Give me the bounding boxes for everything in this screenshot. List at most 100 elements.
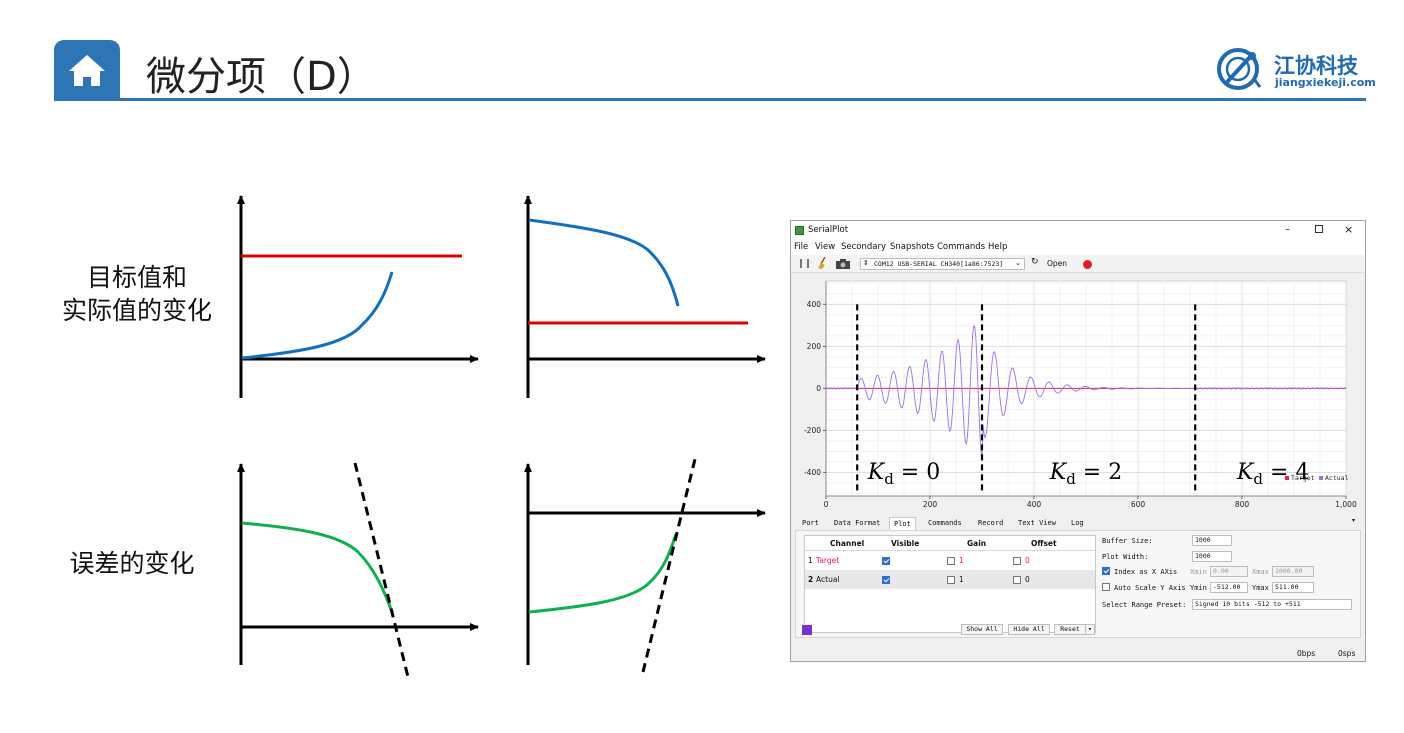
ymin-label: Ymin	[1190, 584, 1207, 592]
plot-area: 400 200 0 -200 -400 0 200 400 600 800 1,000 Kd = 0 K…	[791, 273, 1365, 518]
plot-settings-panel: Channel Visible Gain Offset 1 Target 1 0…	[795, 530, 1361, 638]
gain-value[interactable]: 1	[959, 575, 964, 584]
legend-actual: Actual	[1325, 474, 1349, 482]
range-preset-select[interactable]: Signed 10 bits -512 to +511	[1192, 599, 1352, 610]
col-channel: Channel	[830, 539, 865, 548]
window-title: SerialPlot	[808, 225, 849, 235]
settings-tabs: Port Data Format Plot Commands Record Te…	[791, 517, 1365, 530]
toolbar: ⇕ COM12 USB-SERIAL CH340[1a86:7523] ⌄ ↻ …	[791, 255, 1365, 273]
xmin-label: Xmin	[1190, 568, 1207, 576]
gain-checkbox[interactable]	[947, 557, 955, 565]
channel-table: Channel Visible Gain Offset 1 Target 1 0…	[804, 535, 1096, 633]
x-tick-label: 200	[923, 500, 938, 509]
y-tick-label: 400	[807, 300, 822, 309]
usb-icon: ⇕	[863, 259, 869, 267]
menu-secondary[interactable]: Secondary	[841, 242, 886, 252]
x-tick-label: 0	[824, 500, 829, 509]
legend-target: Target	[1291, 474, 1315, 482]
window-titlebar: SerialPlot – ×	[791, 221, 1365, 241]
menu-commands[interactable]: Commands	[937, 242, 985, 252]
tab-data-format[interactable]: Data Format	[830, 517, 884, 530]
col-gain: Gain	[967, 539, 987, 548]
tab-text-view[interactable]: Text View	[1014, 517, 1060, 530]
gain-checkbox[interactable]	[947, 576, 955, 584]
tangent-line	[641, 458, 697, 673]
tab-plot[interactable]: Plot	[889, 517, 916, 530]
kd-annotation: Kd = 2	[1049, 460, 1122, 488]
gain-value[interactable]: 1	[959, 556, 964, 565]
row-index: 1	[808, 556, 813, 565]
auto-scale-y-checkbox[interactable]	[1102, 583, 1110, 591]
index-as-x-checkbox[interactable]	[1102, 567, 1110, 575]
buffer-size-label: Buffer Size:	[1102, 537, 1153, 545]
x-tick-label: 800	[1235, 500, 1250, 509]
y-tick-label: 200	[807, 342, 822, 351]
reset-menu-chevron-icon[interactable]: ▾	[1085, 624, 1095, 635]
visible-checkbox[interactable]	[882, 557, 890, 565]
close-icon[interactable]: ×	[1344, 223, 1353, 236]
sketch-error-decreasing	[237, 462, 479, 678]
row-index: 2	[808, 575, 814, 584]
port-select[interactable]: ⇕ COM12 USB-SERIAL CH340[1a86:7523] ⌄	[860, 258, 1025, 270]
clear-broom-icon[interactable]	[817, 256, 828, 269]
plot-width-input[interactable]: 1000	[1192, 551, 1232, 562]
bps-readout: 0bps	[1297, 649, 1316, 658]
plot-chart[interactable]: 400 200 0 -200 -400 0 200 400 600 800 1,000 Kd = 0 K…	[791, 273, 1365, 518]
x-tick-label: 600	[1131, 500, 1146, 509]
offset-value[interactable]: 0	[1025, 556, 1030, 565]
menu-file[interactable]: File	[794, 242, 808, 252]
maximize-icon[interactable]	[1315, 225, 1323, 233]
offset-value[interactable]: 0	[1025, 575, 1030, 584]
tab-record[interactable]: Record	[974, 517, 1007, 530]
tab-commands[interactable]: Commands	[924, 517, 966, 530]
index-as-x-label: Index as X AXis	[1114, 568, 1178, 576]
xmin-input[interactable]: 0.00	[1210, 566, 1248, 577]
actual-curve	[241, 271, 394, 360]
table-row[interactable]: 2 Actual 1 0	[805, 570, 1095, 589]
plot-width-label: Plot Width:	[1102, 553, 1149, 561]
y-tick-label: 0	[816, 384, 821, 393]
tabs-menu-icon[interactable]: ▾	[1352, 517, 1355, 524]
channel-name[interactable]: Actual	[816, 575, 840, 584]
sps-readout: 0sps	[1338, 649, 1356, 658]
hide-all-button[interactable]: Hide All	[1008, 624, 1050, 635]
menu-snapshots[interactable]: Snapshots	[890, 242, 934, 252]
menu-help[interactable]: Help	[988, 242, 1007, 252]
chevron-down-icon: ⌄	[1015, 259, 1021, 267]
port-value: COM12 USB-SERIAL CH340[1a86:7523]	[874, 260, 1004, 268]
offset-checkbox[interactable]	[1013, 576, 1021, 584]
ymin-input[interactable]: -512.00	[1210, 582, 1248, 593]
refresh-icon[interactable]: ↻	[1031, 257, 1039, 267]
tab-log[interactable]: Log	[1067, 517, 1088, 530]
reset-button[interactable]: Reset	[1054, 624, 1086, 635]
sketch-error-increasing	[524, 458, 766, 673]
channel-name[interactable]: Target	[816, 556, 839, 565]
auto-scale-y-label: Auto Scale Y Axis	[1114, 584, 1186, 592]
visible-checkbox[interactable]	[882, 576, 890, 584]
show-all-button[interactable]: Show All	[961, 624, 1003, 635]
range-preset-label: Select Range Preset:	[1102, 601, 1187, 609]
menu-view[interactable]: View	[815, 242, 835, 252]
col-visible: Visible	[891, 539, 920, 548]
col-offset: Offset	[1031, 539, 1057, 548]
sketch-target-above	[237, 195, 479, 398]
x-tick-label: 400	[1027, 500, 1042, 509]
legend-swatch-actual	[1319, 476, 1323, 480]
xmax-input[interactable]: 1000.00	[1272, 566, 1314, 577]
error-curve	[528, 533, 678, 614]
channel-color-swatch[interactable]	[802, 625, 812, 635]
buffer-size-input[interactable]: 1000	[1192, 535, 1232, 546]
table-row[interactable]: 1 Target 1 0	[805, 551, 1095, 570]
snapshot-camera-icon[interactable]	[836, 258, 850, 269]
actual-curve	[528, 218, 680, 307]
pause-icon[interactable]	[800, 259, 809, 268]
offset-checkbox[interactable]	[1013, 557, 1021, 565]
ymax-input[interactable]: 511.00	[1272, 582, 1314, 593]
minimize-icon[interactable]: –	[1285, 224, 1290, 235]
open-button[interactable]: Open	[1047, 259, 1067, 268]
app-icon	[795, 226, 804, 235]
record-icon[interactable]	[1083, 260, 1092, 269]
status-bar: 0bps 0sps	[791, 645, 1365, 661]
tab-port[interactable]: Port	[798, 517, 823, 530]
xmax-label: Xmax	[1252, 568, 1269, 576]
